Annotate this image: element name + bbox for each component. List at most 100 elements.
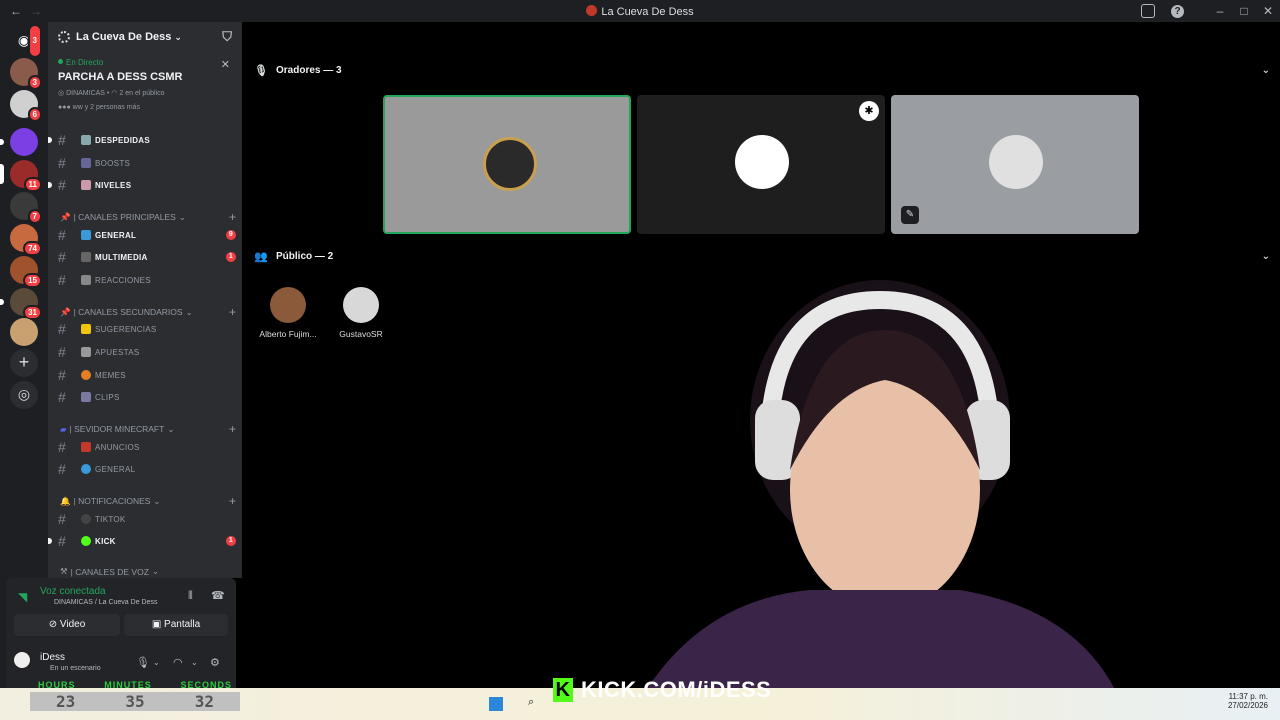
live-stage-card[interactable]: En Directo PARCHA A DESS CSMR ◎ DINAMICA… xyxy=(48,52,242,115)
speakers-section-header[interactable]: 🎙 Oradores — 3 ⌄ xyxy=(254,64,1270,77)
chevron-down-icon[interactable]: ⌄ xyxy=(1262,65,1270,76)
channel-name: MEMES xyxy=(95,370,126,380)
audience-header-text: Público — 2 xyxy=(276,251,334,262)
server-icon-1[interactable] xyxy=(0,128,38,156)
speaker-tile-1[interactable] xyxy=(383,95,631,234)
add-server-icon[interactable]: + xyxy=(10,349,38,377)
back-arrow-icon[interactable]: ← xyxy=(10,4,22,18)
channel-emoji-icon xyxy=(81,442,91,452)
channel-despedidas[interactable]: # DESPEDIDAS xyxy=(48,131,238,149)
unread-dot xyxy=(48,137,52,143)
forward-arrow-icon[interactable]: → xyxy=(30,4,42,18)
chevron-down-icon: ⌄ xyxy=(151,566,160,576)
timer-hours-label: HOURS xyxy=(38,680,76,690)
settings-gear-icon[interactable]: ⚙ xyxy=(210,656,220,669)
disconnect-icon[interactable]: ☎ xyxy=(211,589,225,602)
add-channel-icon[interactable]: + xyxy=(229,494,236,508)
microphone-icon[interactable]: 🎙 xyxy=(136,656,150,669)
server-icon-7[interactable] xyxy=(10,318,38,346)
help-icon[interactable]: ? xyxy=(1171,4,1184,18)
video-button[interactable]: ⊘ Video xyxy=(14,614,120,636)
user-status: En un escenario xyxy=(50,665,101,672)
home-discord-icon[interactable]: ◉ 3 xyxy=(10,24,42,58)
headphones-icon[interactable]: ◠ xyxy=(173,656,183,669)
channel-name: BOOSTS xyxy=(95,158,131,168)
category-notificaciones[interactable]: 🔔 | NOTIFICACIONES ⌄ + xyxy=(60,494,236,508)
channel-boosts[interactable]: # BOOSTS xyxy=(58,154,238,172)
audience-section-header[interactable]: 👥 Público — 2 ⌄ xyxy=(254,250,1270,263)
channel-emoji-icon xyxy=(81,180,91,190)
screen-share-button[interactable]: ▣ Pantalla xyxy=(124,614,228,636)
selected-pill xyxy=(0,164,4,184)
add-channel-icon[interactable]: + xyxy=(229,210,236,224)
stage-category: DINAMICAS xyxy=(66,90,105,97)
channel-name: GENERAL xyxy=(95,464,136,474)
channel-name: NIVELES xyxy=(95,180,132,190)
channel-kick[interactable]: # KICK 1 xyxy=(48,532,238,550)
close-icon[interactable]: ✕ xyxy=(221,58,230,71)
windows-start-icon[interactable] xyxy=(489,697,503,711)
system-tray-clock[interactable]: 11:37 p. m. 27/02/2026 xyxy=(1228,692,1268,710)
audience-member[interactable]: GustavoSR xyxy=(326,287,396,339)
chevron-down-icon[interactable]: ⌄ xyxy=(1262,251,1270,262)
video-icon: ⊘ xyxy=(48,619,60,630)
noise-suppression-icon[interactable]: ⦀ xyxy=(188,590,193,603)
channel-general-mc[interactable]: # GENERAL xyxy=(58,460,238,478)
maximize-icon[interactable]: □ xyxy=(1232,4,1256,18)
invite-people-icon[interactable]: ⛉ xyxy=(222,29,232,45)
moderator-badge-icon: ✱ xyxy=(859,101,879,121)
explore-icon[interactable]: ◎ xyxy=(10,381,38,409)
server-icon-5[interactable]: 15 xyxy=(10,256,42,288)
channel-sugerencias[interactable]: # SUGERENCIAS xyxy=(58,320,238,338)
inbox-icon[interactable] xyxy=(1141,4,1155,18)
channel-anuncios[interactable]: # ANUNCIOS xyxy=(58,438,238,456)
home-badge: 3 xyxy=(27,24,42,58)
voice-location[interactable]: DINAMICAS / La Cueva De Dess xyxy=(54,599,157,606)
server-icon-3[interactable]: 7 xyxy=(10,192,42,224)
channel-reacciones[interactable]: # REACCIONES xyxy=(58,271,238,289)
server-icon-6[interactable]: 31 xyxy=(0,288,42,320)
chevron-down-icon[interactable]: ⌄ xyxy=(153,658,160,667)
channel-apuestas[interactable]: # APUESTAS xyxy=(58,343,238,361)
server-badge: 15 xyxy=(23,273,42,288)
close-window-icon[interactable]: ✕ xyxy=(1256,4,1280,18)
dm-avatar-2[interactable]: 6 xyxy=(10,90,42,122)
window-title-text: La Cueva De Dess xyxy=(601,6,694,18)
channel-sidebar: La Cueva De Dess ⌄ ⛉ En Directo PARCHA A… xyxy=(48,22,242,578)
server-icon-2[interactable]: 11 xyxy=(0,160,42,192)
channel-general[interactable]: # GENERAL 9 xyxy=(58,226,238,244)
avatar xyxy=(343,287,379,323)
muted-mic-icon: ✎ xyxy=(901,206,919,224)
add-channel-icon[interactable]: + xyxy=(229,305,236,319)
channel-niveles[interactable]: # NIVELES xyxy=(48,176,238,194)
chevron-down-icon: ⌄ xyxy=(178,211,186,222)
channel-memes[interactable]: # MEMES xyxy=(58,366,238,384)
server-icon-4[interactable]: 74 xyxy=(10,224,42,256)
kick-logo-icon: K xyxy=(553,678,573,702)
speaker-tile-2[interactable]: ✱ xyxy=(637,95,885,234)
server-header[interactable]: La Cueva De Dess ⌄ ⛉ xyxy=(48,22,242,52)
category-secundarios[interactable]: 📌 | CANALES SECUNDARIOS ⌄ + xyxy=(60,305,236,319)
speaker-tile-3[interactable]: ✎ xyxy=(891,95,1139,234)
screen-label: Pantalla xyxy=(164,619,201,630)
timer-minutes-value: 35 xyxy=(125,692,145,711)
category-principales[interactable]: 📌 | CANALES PRINCIPALES ⌄ + xyxy=(60,210,236,224)
channel-tiktok[interactable]: # TIKTOK xyxy=(58,510,238,528)
channel-name: CLIPS xyxy=(95,392,120,402)
category-minecraft[interactable]: ▰ | SEVIDOR MINECRAFT ⌄ + xyxy=(60,422,236,436)
audience-name: GustavoSR xyxy=(339,329,383,339)
channel-multimedia[interactable]: # MULTIMEDIA 1 xyxy=(58,248,238,266)
category-voz[interactable]: ⚒ | CANALES DE VOZ ⌄ xyxy=(60,566,236,577)
category-label: | SEVIDOR MINECRAFT xyxy=(69,424,165,434)
hash-icon: # xyxy=(58,227,67,243)
dm-avatar-1[interactable]: 3 xyxy=(10,58,42,90)
audience-member[interactable]: Alberto Fujim... xyxy=(253,287,323,339)
search-icon[interactable]: ⌕ xyxy=(528,696,534,709)
channel-clips[interactable]: # CLIPS xyxy=(58,388,238,406)
hash-icon: # xyxy=(58,321,67,337)
chevron-down-icon[interactable]: ⌄ xyxy=(191,658,198,667)
add-channel-icon[interactable]: + xyxy=(229,422,236,436)
voice-status[interactable]: Voz conectada xyxy=(40,586,106,597)
minimize-icon[interactable]: – xyxy=(1208,4,1232,18)
avatar[interactable] xyxy=(12,650,32,670)
